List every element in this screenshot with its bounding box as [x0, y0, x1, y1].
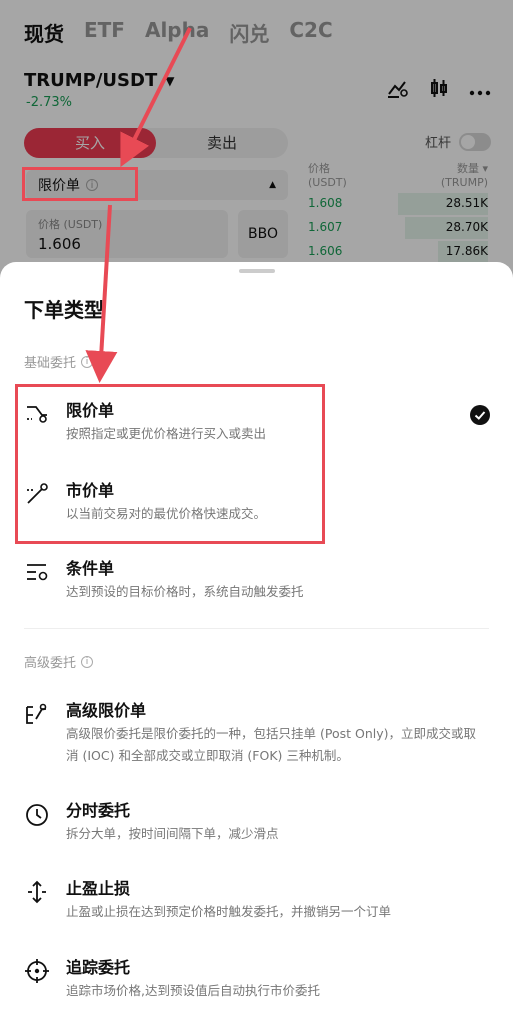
annotation-arrow-middle [85, 204, 118, 383]
annotation-arrows [85, 27, 192, 383]
annotation-arrow-top [120, 27, 192, 168]
